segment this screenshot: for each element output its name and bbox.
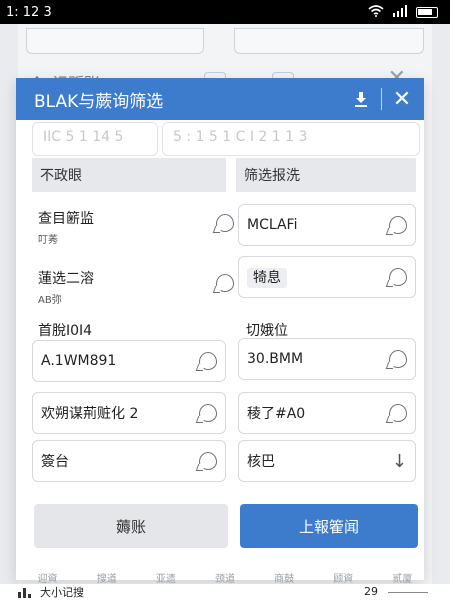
background-tab: 迎資 [37,574,58,585]
comment-icon[interactable] [216,274,234,292]
left-input-1[interactable]: A.1WM891 [32,340,226,382]
background-tab: 顾資 [333,574,354,585]
status-bar: 1: 12 3 [0,0,450,24]
close-icon[interactable]: ✕ [390,87,414,112]
background-tab: 商鼓 [274,574,295,585]
comment-icon[interactable] [389,268,407,286]
arrow-down-icon[interactable]: ↓ [392,451,407,472]
download-icon[interactable] [349,87,373,111]
comment-icon[interactable] [199,452,217,470]
right-input-2[interactable]: 犄息 [238,256,416,298]
comment-icon[interactable] [389,216,407,234]
status-time: 1: 12 3 [6,4,52,20]
battery-icon [416,6,438,18]
dialog-header: BLAK与蕨询筛选 ✕ [16,78,424,120]
background-tab: 贰厦 [392,574,413,585]
background-tab: 亚遗 [155,574,176,585]
left-input-2[interactable]: 欢朔谋荊赃化 2 [32,392,226,434]
signal-icon [392,4,408,20]
comment-icon[interactable] [199,352,217,370]
bar-chart-icon [18,586,32,598]
comment-icon[interactable] [389,350,407,368]
status-icons [368,4,438,20]
background-tab-bar: 迎資 搜道 亚遗 颈道 商鼓 顾資 贰厦 [18,570,432,585]
ghost-field-right: 5 : 1 5 1 C I 2 1 1 3 [162,122,420,156]
comment-icon[interactable] [389,404,407,422]
background-tab: 搜道 [96,574,117,585]
left-option-2[interactable]: 蓮选二溶 AB弥 [38,268,234,306]
cancel-button[interactable]: 薅账 [34,504,228,548]
left-option-3: 首脫I0I4 [38,323,93,339]
comment-icon[interactable] [199,404,217,422]
right-input-3[interactable]: 30.BMM [238,338,416,380]
page-indicator-line [388,592,428,593]
background-search-field [26,28,204,54]
comment-icon[interactable] [216,214,234,232]
ghost-field-left: IIC 5 1 14 5 [32,122,158,156]
right-field-label: 切娥位 [246,323,288,339]
bottom-title: 大小记搜 [40,586,84,599]
left-input-3[interactable]: 簽台 [32,440,226,482]
submit-button[interactable]: 上報篧闻 [240,504,418,548]
right-input-4[interactable]: 稜了#A0 [238,392,416,434]
right-column-header: 筛选报洗 [236,158,416,192]
dialog-title: BLAK与蕨询筛选 [34,91,164,112]
header-divider [381,88,382,110]
background-filter-field [234,28,424,54]
page-number: 29 [364,585,378,598]
bottom-bar: 大小记搜 29 [0,584,450,600]
right-input-1[interactable]: MCLAFi [238,204,416,246]
background-tab: 颈道 [214,574,235,585]
left-option-1[interactable]: 查目簖监 叮莠 [38,208,234,246]
wifi-icon [368,4,384,20]
right-select[interactable]: 核巴 ↓ [238,440,416,482]
left-column-header: 不政眼 [32,158,226,192]
value-chip: 犄息 [247,268,287,288]
